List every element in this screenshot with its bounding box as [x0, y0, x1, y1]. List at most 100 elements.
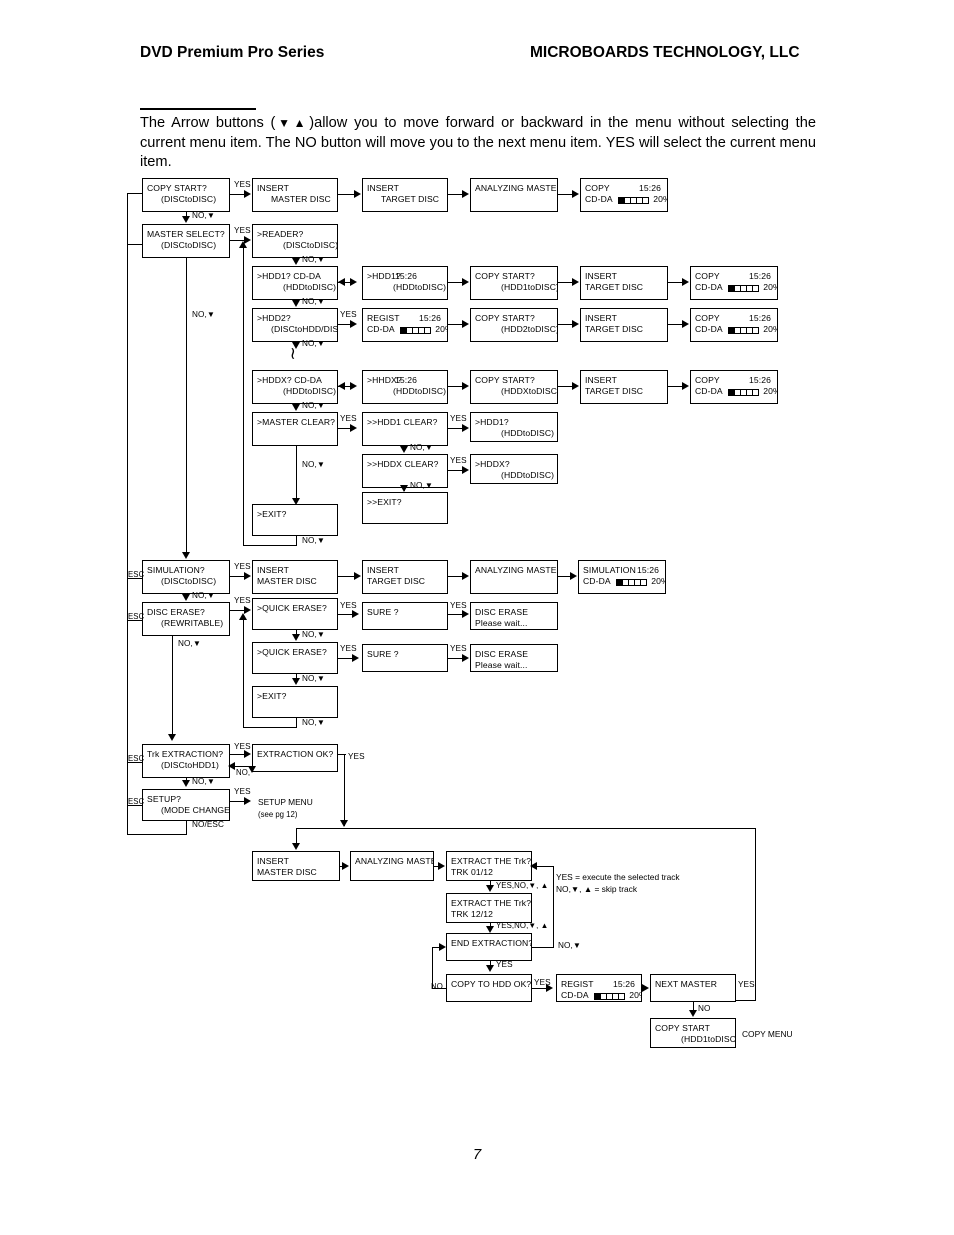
- box-disc-erase-wait-2[interactable]: DISC ERASE Please wait...: [470, 644, 558, 672]
- box-trk-extraction[interactable]: Trk EXTRACTION? (DISCtoHDD1): [142, 744, 230, 778]
- box-hhdx-time[interactable]: >HHDX? 15:26 (HDDtoDISC): [362, 370, 448, 404]
- conn-hhdxtime-copystarthddx: [448, 386, 462, 388]
- box-analyzing-master-1[interactable]: ANALYZING MASTER: [470, 178, 558, 212]
- lcd-row-title: COPY 15:26: [585, 183, 663, 194]
- box-extract-trk-12[interactable]: EXTRACT THE Trk? TRK 12/12: [446, 893, 532, 923]
- box-quick-erase-2[interactable]: >QUICK ERASE?: [252, 642, 338, 674]
- box-analyzing-master-2[interactable]: ANALYZING MASTER: [470, 560, 558, 594]
- arrow-right-icon: [354, 190, 361, 198]
- box-hdd1-query[interactable]: >HDD1? (HDDtoDISC): [470, 412, 558, 442]
- lcd-row-progress: CD-DA 20%: [695, 386, 777, 398]
- box-insert-target-disc-5[interactable]: INSERT TARGET DISC: [362, 560, 448, 594]
- box-insert-target-disc-1[interactable]: INSERT TARGET DISC: [362, 178, 448, 212]
- box-exit-2[interactable]: >>EXIT?: [362, 492, 448, 524]
- box-sure-2[interactable]: SURE ?: [362, 644, 448, 672]
- box-quick-erase-1[interactable]: >QUICK ERASE?: [252, 598, 338, 630]
- box-next-master[interactable]: NEXT MASTER: [650, 974, 736, 1002]
- box-copy-start-hddx[interactable]: COPY START? (HDDXtoDISC): [470, 370, 558, 404]
- box-line1: EXTRACT THE Trk?: [451, 856, 532, 866]
- box-copy-start-hdd1-last[interactable]: COPY START (HDD1toDISC): [650, 1018, 736, 1048]
- edge-label-no: NO: [431, 982, 443, 991]
- box-line2: TRK 12/12: [451, 909, 493, 919]
- box-master-select[interactable]: MASTER SELECT? (DISCtoDISC): [142, 224, 230, 258]
- edge-label-esc: ESC: [128, 797, 145, 806]
- edge-label-no-down: NO,▼: [302, 255, 326, 264]
- edge-label-no-down: NO,▼: [410, 443, 434, 452]
- box-sure-1[interactable]: SURE ?: [362, 602, 448, 630]
- box-end-extraction[interactable]: END EXTRACTION?: [446, 933, 532, 961]
- edge-label-yes: YES: [340, 644, 357, 653]
- box-copy-start-disc-to-disc[interactable]: COPY START? (DISCtoDISC): [142, 178, 230, 212]
- box-regist-1[interactable]: REGIST 15:26 CD-DA 20%: [362, 308, 448, 342]
- lcd-time: 15:26: [638, 183, 661, 193]
- box-line2: (HDDtoDISC): [393, 282, 447, 292]
- box-copy-lcd-1[interactable]: COPY 15:26 CD-DA 20%: [580, 178, 668, 212]
- box-line1: EXTRACT THE Trk?: [451, 898, 532, 908]
- box-extract-trk-01[interactable]: EXTRACT THE Trk? TRK 01/12: [446, 851, 532, 881]
- box-line2: MASTER DISC: [271, 194, 331, 204]
- box-insert-target-disc-2[interactable]: INSERT TARGET DISC: [580, 266, 668, 300]
- arrow-right-icon: [352, 654, 359, 662]
- edge-label-no-down: NO,▼: [192, 211, 216, 220]
- lcd-time: 15:26: [748, 375, 771, 385]
- box-line2: (HDDtoDISC): [501, 428, 555, 438]
- box-insert-master-disc-2[interactable]: INSERT MASTER DISC: [252, 560, 338, 594]
- lcd-row-title: >HHDX? 15:26: [367, 375, 443, 386]
- box-disc-erase[interactable]: DISC ERASE? (REWRITABLE): [142, 602, 230, 636]
- box-line1: >EXIT?: [257, 691, 287, 701]
- arrow-down-icon: [486, 885, 494, 892]
- arrow-right-icon: [462, 278, 469, 286]
- box-simulation[interactable]: SIMULATION? (DISCtoDISC): [142, 560, 230, 594]
- conn-discerase-trkextraction: [172, 636, 174, 736]
- box-line2: (DISCtoHDD/DISC): [271, 324, 338, 334]
- box-line1: >QUICK ERASE?: [257, 603, 327, 613]
- box-hdd1-time[interactable]: >HDD1? 15:26 (HDDtoDISC): [362, 266, 448, 300]
- box-copy-lcd-3[interactable]: COPY 15:26 CD-DA 20%: [690, 308, 778, 342]
- arrow-down-icon: [168, 734, 176, 741]
- box-insert-target-disc-4[interactable]: INSERT TARGET DISC: [580, 370, 668, 404]
- box-simulation-lcd[interactable]: SIMULATION 15:26 CD-DA 20%: [578, 560, 666, 594]
- lcd-codec: CD-DA: [367, 324, 395, 334]
- box-hddx-clear[interactable]: >>HDDX CLEAR?: [362, 454, 448, 488]
- box-copy-lcd-4[interactable]: COPY 15:26 CD-DA 20%: [690, 370, 778, 404]
- box-hddx-query[interactable]: >HDDX? (HDDtoDISC): [470, 454, 558, 484]
- progress-bar-icon: [727, 387, 759, 398]
- box-line1: ANALYZING MASTER: [355, 856, 433, 866]
- box-insert-master-disc-3[interactable]: INSERT MASTER DISC: [252, 851, 340, 881]
- box-copy-to-hdd-ok[interactable]: COPY TO HDD OK?: [446, 974, 532, 1002]
- box-copy-start-hdd1[interactable]: COPY START? (HDD1toDISC): [470, 266, 558, 300]
- box-master-clear[interactable]: >MASTER CLEAR?: [252, 412, 338, 446]
- box-exit-1[interactable]: >EXIT?: [252, 504, 338, 536]
- box-line1: >>HDD1 CLEAR?: [367, 417, 438, 427]
- box-analyzing-master-3[interactable]: ANALYZING MASTER: [350, 851, 434, 881]
- box-extraction-ok[interactable]: EXTRACTION OK?: [252, 744, 338, 772]
- box-line2: (REWRITABLE): [161, 618, 224, 628]
- box-reader[interactable]: >READER? (DISCtoDISC): [252, 224, 338, 258]
- lcd-label: REGIST: [561, 979, 594, 989]
- progress-bar-icon: [727, 325, 759, 336]
- box-insert-master-disc-1[interactable]: INSERT MASTER DISC: [252, 178, 338, 212]
- lcd-label: REGIST: [367, 313, 400, 323]
- box-hddx-cdda[interactable]: >HDDX? CD-DA (HDDtoDISC): [252, 370, 338, 404]
- box-exit-3[interactable]: >EXIT?: [252, 686, 338, 718]
- conn-hddxclear-hddxq: [448, 470, 462, 472]
- box-setup[interactable]: SETUP? (MODE CHANGE): [142, 789, 230, 821]
- arrow-right-icon: [462, 190, 469, 198]
- box-disc-erase-wait-1[interactable]: DISC ERASE Please wait...: [470, 602, 558, 630]
- arrow-right-icon: [572, 320, 579, 328]
- arrow-right-icon: [462, 654, 469, 662]
- box-hdd1-clear[interactable]: >>HDD1 CLEAR?: [362, 412, 448, 446]
- box-hdd1-cdda[interactable]: >HDD1? CD-DA (HDDtoDISC): [252, 266, 338, 300]
- conn-rail-copystart: [127, 193, 143, 195]
- box-line2: (MODE CHANGE): [161, 805, 230, 815]
- box-insert-target-disc-3[interactable]: INSERT TARGET DISC: [580, 308, 668, 342]
- box-regist-2[interactable]: REGIST 15:26 CD-DA 20%: [556, 974, 642, 1002]
- box-hdd2[interactable]: >HDD2? (DISCtoHDD/DISC): [252, 308, 338, 342]
- lcd-row-title: COPY 15:26: [695, 375, 773, 386]
- conn-inserttarget3-copylcd3: [668, 324, 682, 326]
- box-copy-start-hdd2[interactable]: COPY START? (HDD2toDISC): [470, 308, 558, 342]
- arrow-right-icon: [462, 424, 469, 432]
- progress-bar-icon: [617, 195, 649, 206]
- box-copy-lcd-2[interactable]: COPY 15:26 CD-DA 20%: [690, 266, 778, 300]
- lcd-row-title: COPY 15:26: [695, 271, 773, 282]
